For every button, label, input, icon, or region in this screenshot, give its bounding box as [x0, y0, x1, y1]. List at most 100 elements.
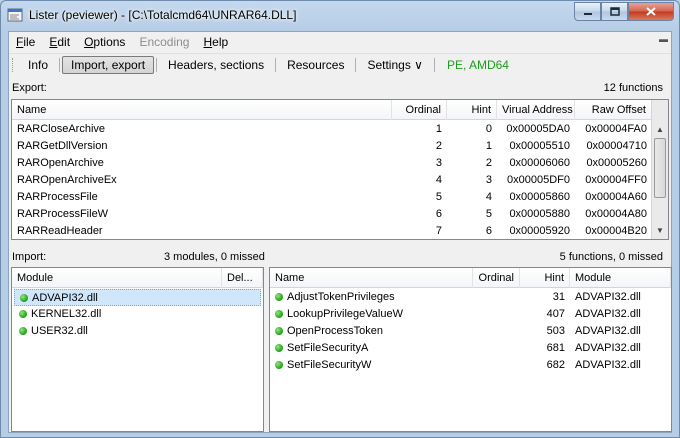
menu-encoding-label: Encoding	[139, 35, 190, 49]
info-button[interactable]: Info	[19, 56, 57, 74]
export-label: Export:	[12, 82, 47, 94]
list-item[interactable]: USER32.dll	[14, 323, 261, 340]
function-name: OpenProcessToken	[287, 325, 383, 337]
headers-sections-button[interactable]: Headers, sections	[159, 56, 273, 74]
table-row[interactable]: OpenProcessToken 503 ADVAPI32.dll	[270, 323, 671, 340]
status-ok-icon	[275, 327, 283, 335]
close-icon	[646, 7, 656, 16]
export-scroll-thumb[interactable]	[654, 138, 666, 198]
export-cell-hint: 1	[485, 140, 492, 152]
table-row[interactable]: RAROpenArchive 3 2 0x00006060 0x00005260	[12, 155, 652, 172]
toolbar-separator	[275, 57, 277, 72]
function-cell-hint: 681	[546, 342, 565, 354]
table-row[interactable]: RARProcessFile 5 4 0x00005860 0x00004A60	[12, 189, 652, 206]
table-row[interactable]: RARReadHeader 7 6 0x00005920 0x00004B20	[12, 223, 652, 239]
function-name: LookupPrivilegeValueW	[287, 308, 403, 320]
export-col-hint[interactable]: Hint	[447, 100, 497, 120]
resources-button[interactable]: Resources	[278, 56, 353, 74]
status-ok-icon	[275, 293, 283, 301]
function-cell-name: OpenProcessToken	[270, 323, 473, 340]
function-name: AdjustTokenPrivileges	[287, 291, 395, 303]
pe-type-label: PE, AMD64	[446, 57, 509, 72]
function-cell-hint: 682	[546, 359, 565, 371]
function-cell-ordinal	[473, 357, 520, 374]
maximize-button[interactable]	[601, 2, 628, 21]
menu-encoding[interactable]: Encoding	[132, 32, 196, 52]
import-modules-summary: 3 modules, 0 missed	[164, 251, 265, 263]
status-ok-icon	[19, 327, 27, 335]
export-cell-virtual-address: 0x00006060	[509, 157, 570, 169]
scroll-down-icon[interactable]: ▼	[652, 222, 668, 239]
module-cell: USER32.dll	[14, 323, 222, 340]
function-cell-module: ADVAPI32.dll	[575, 342, 641, 354]
table-row[interactable]: AdjustTokenPrivileges 31 ADVAPI32.dll	[270, 289, 671, 306]
menu-file[interactable]: File	[9, 32, 42, 52]
export-cell-ordinal: 1	[435, 123, 442, 135]
modules-col-delayed[interactable]: Del...	[222, 268, 263, 288]
export-cell-name: RARProcessFile	[17, 191, 98, 203]
menu-help[interactable]: Help	[196, 32, 235, 52]
export-cell-hint: 5	[485, 208, 492, 220]
close-button[interactable]	[628, 2, 674, 21]
module-name: USER32.dll	[31, 325, 88, 337]
function-cell-hint: 503	[546, 325, 565, 337]
menu-overflow-icon[interactable]: ▬	[659, 34, 668, 44]
list-item[interactable]: ADVAPI32.dll	[14, 289, 261, 306]
table-row[interactable]: RAROpenArchiveEx 4 3 0x00005DF0 0x00004FF0	[12, 172, 652, 189]
export-cell-ordinal: 2	[435, 140, 442, 152]
function-cell-ordinal	[473, 340, 520, 357]
export-cell-virtual-address: 0x00005DF0	[507, 174, 570, 186]
table-row[interactable]: RARGetDllVersion 2 1 0x00005510 0x00004710	[12, 138, 652, 155]
export-table: Name Ordinal Hint Virual Address Raw Off…	[11, 99, 669, 240]
export-cell-ordinal: 3	[435, 157, 442, 169]
import-label: Import:	[12, 251, 47, 263]
export-cell-virtual-address: 0x00005880	[509, 208, 570, 220]
export-cell-raw-offset: 0x00004A60	[585, 191, 647, 203]
function-cell-name: SetFileSecurityA	[270, 340, 473, 357]
table-row[interactable]: LookupPrivilegeValueW 407 ADVAPI32.dll	[270, 306, 671, 323]
function-cell-name: AdjustTokenPrivileges	[270, 289, 473, 306]
export-col-name[interactable]: Name	[12, 100, 392, 120]
export-cell-name: RARGetDllVersion	[17, 140, 108, 152]
table-row[interactable]: SetFileSecurityW 682 ADVAPI32.dll	[270, 357, 671, 374]
export-scrollbar[interactable]: ▲ ▼	[651, 100, 668, 239]
table-row[interactable]: RARCloseArchive 1 0 0x00005DA0 0x00004FA0	[12, 121, 652, 138]
function-cell-hint: 31	[552, 291, 565, 303]
export-cell-ordinal: 4	[435, 174, 442, 186]
functions-col-name[interactable]: Name	[270, 268, 473, 288]
scroll-up-icon[interactable]: ▲	[652, 121, 668, 138]
table-row[interactable]: SetFileSecurityA 681 ADVAPI32.dll	[270, 340, 671, 357]
export-cell-ordinal: 5	[435, 191, 442, 203]
toolbar-grip[interactable]	[12, 57, 15, 72]
modules-col-module[interactable]: Module	[12, 268, 222, 288]
export-count: 12 functions	[603, 82, 663, 94]
module-cell: KERNEL32.dll	[14, 306, 222, 323]
functions-col-module[interactable]: Module	[570, 268, 671, 288]
functions-col-hint[interactable]: Hint	[520, 268, 570, 288]
menu-edit[interactable]: Edit	[42, 32, 77, 52]
title-bar[interactable]: Lister (peviewer) - [C:\Totalcmd64\UNRAR…	[1, 1, 679, 31]
menu-options[interactable]: Options	[77, 32, 132, 52]
minimize-button[interactable]	[574, 2, 601, 21]
menu-file-label: ile	[23, 35, 36, 49]
list-item[interactable]: KERNEL32.dll	[14, 306, 261, 323]
functions-col-ordinal[interactable]: Ordinal	[473, 268, 520, 288]
export-cell-raw-offset: 0x00004FF0	[585, 174, 647, 186]
settings-button[interactable]: Settings ∨	[358, 56, 431, 74]
menu-options-label: ptions	[93, 35, 126, 49]
export-col-raw-offset[interactable]: Raw Offset	[575, 100, 652, 120]
module-name: KERNEL32.dll	[31, 308, 102, 320]
import-export-button[interactable]: Import, export	[62, 55, 155, 74]
module-cell: ADVAPI32.dll	[15, 290, 223, 307]
module-name: ADVAPI32.dll	[32, 292, 98, 304]
function-name: SetFileSecurityW	[287, 359, 372, 371]
app-icon	[7, 8, 23, 22]
modules-table: Module Del... ADVAPI32.dll KERNEL32.dll US…	[11, 267, 264, 432]
client-area: File Edit Options Encoding Help ▬ Info I…	[8, 31, 672, 433]
export-col-virtual-address[interactable]: Virual Address	[497, 100, 575, 120]
minimize-icon	[583, 12, 592, 15]
export-cell-name: RAROpenArchiveEx	[17, 174, 117, 186]
function-cell-name: SetFileSecurityW	[270, 357, 473, 374]
export-col-ordinal[interactable]: Ordinal	[392, 100, 447, 120]
table-row[interactable]: RARProcessFileW 6 5 0x00005880 0x00004A80	[12, 206, 652, 223]
